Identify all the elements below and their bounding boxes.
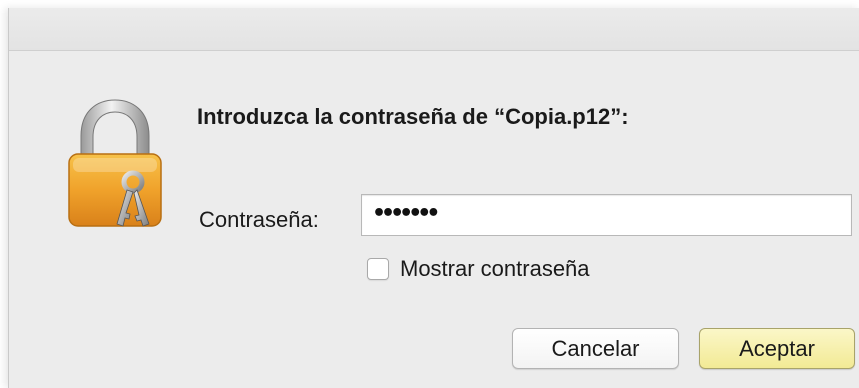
show-password-option[interactable]: Mostrar contraseña [367, 256, 590, 282]
show-password-label[interactable]: Mostrar contraseña [400, 256, 590, 282]
title-bar [9, 8, 859, 51]
accept-button[interactable]: Aceptar [699, 328, 855, 369]
password-dialog: Introduzca la contraseña de “Copia.p12”:… [8, 8, 859, 388]
keychain-lock-icon [68, 99, 162, 227]
show-password-checkbox[interactable] [367, 258, 389, 280]
dialog-prompt: Introduzca la contraseña de “Copia.p12”: [197, 104, 629, 129]
password-input[interactable]: ••••••• [361, 194, 852, 236]
password-label: Contraseña: [199, 207, 319, 232]
cancel-button[interactable]: Cancelar [512, 328, 679, 369]
